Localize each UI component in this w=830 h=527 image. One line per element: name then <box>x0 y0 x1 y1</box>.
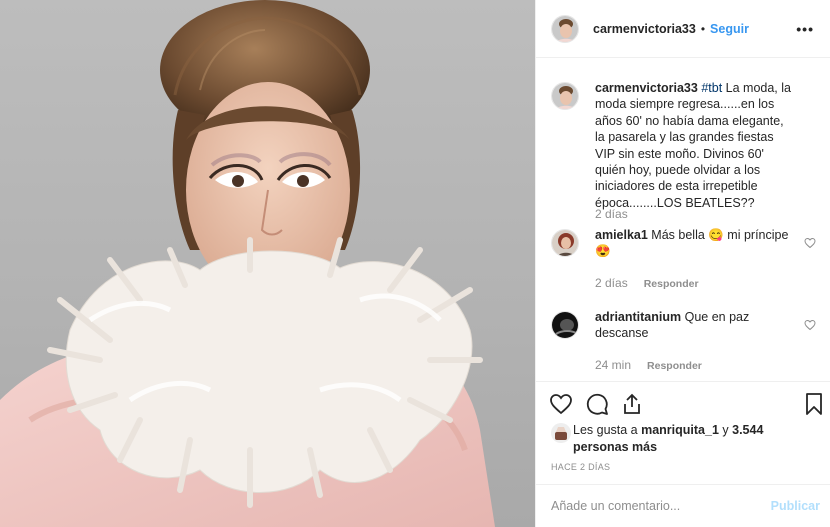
bookmark-icon[interactable] <box>802 392 826 416</box>
header-separator: • <box>700 21 706 36</box>
commenter-avatar[interactable] <box>551 311 579 339</box>
likes-text: Les gusta a manriquita_1 y 3.544 persona… <box>573 422 803 455</box>
caption-text: carmenvictoria33 #tbt La moda, la moda s… <box>595 80 795 211</box>
heart-icon[interactable] <box>549 392 573 416</box>
comment-text: adriantitanium Que en paz descanse <box>595 309 795 342</box>
more-options-icon[interactable]: ••• <box>796 21 814 37</box>
post-photo[interactable] <box>0 0 535 527</box>
reply-button[interactable]: Responder <box>644 278 699 290</box>
caption-avatar[interactable] <box>551 82 579 110</box>
comment-meta: 2 días Responder <box>595 276 699 290</box>
author-username[interactable]: carmenvictoria33 <box>593 22 696 36</box>
post-timestamp[interactable]: HACE 2 DÍAS <box>551 462 610 472</box>
likes-prefix: Les gusta a <box>573 423 642 437</box>
liker-username[interactable]: manriquita_1 <box>641 423 719 437</box>
commenter-avatar[interactable] <box>551 229 579 257</box>
comment-meta: 24 min Responder <box>595 358 702 372</box>
follow-button[interactable]: Seguir <box>710 22 749 36</box>
comment-like-heart-icon[interactable] <box>804 237 816 249</box>
comment-username[interactable]: amielka1 <box>595 228 648 242</box>
publish-button[interactable]: Publicar <box>771 499 820 513</box>
share-icon[interactable] <box>620 392 644 416</box>
comment-bubble-icon[interactable] <box>585 392 609 416</box>
caption-hashtag[interactable]: #tbt <box>701 81 722 95</box>
comments-list: carmenvictoria33 #tbt La moda, la moda s… <box>536 59 830 381</box>
caption-body: La moda, la moda siempre regresa......en… <box>595 81 791 210</box>
likes-middle: y <box>718 423 733 437</box>
post-photo-illustration <box>0 0 495 527</box>
comment-time[interactable]: 2 días <box>595 276 628 290</box>
comment-input[interactable]: Añade un comentario... <box>551 499 680 513</box>
comment-time[interactable]: 24 min <box>595 358 631 372</box>
comment-like-heart-icon[interactable] <box>804 319 816 331</box>
add-comment-bar: Añade un comentario... Publicar <box>536 484 830 527</box>
comment-username[interactable]: adriantitanium <box>595 310 681 324</box>
post-side-panel: carmenvictoria33 • Seguir ••• carmenvict… <box>535 0 830 527</box>
caption-username[interactable]: carmenvictoria33 <box>595 81 698 95</box>
post-header: carmenvictoria33 • Seguir ••• <box>536 0 830 58</box>
instagram-post: carmenvictoria33 • Seguir ••• carmenvict… <box>0 0 830 527</box>
reply-button[interactable]: Responder <box>647 360 702 372</box>
author-avatar[interactable] <box>551 14 579 43</box>
caption-time[interactable]: 2 días <box>595 207 628 221</box>
action-bar: Les gusta a manriquita_1 y 3.544 persona… <box>536 381 830 477</box>
comment-text: amielka1 Más bella 😋 mi príncipe 😍 <box>595 227 795 260</box>
liker-avatar[interactable] <box>551 423 571 443</box>
